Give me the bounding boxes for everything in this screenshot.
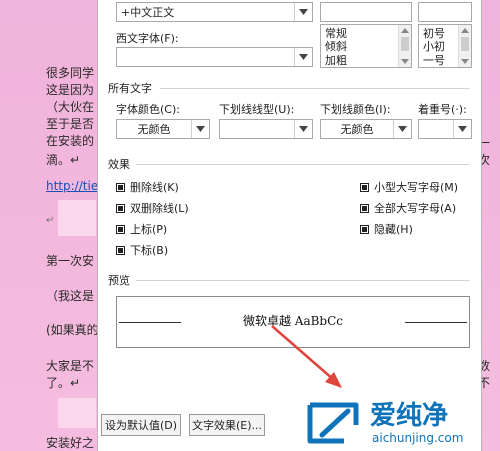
watermark-logo-icon	[307, 402, 359, 444]
watermark-url: aichunjing.com	[372, 431, 464, 445]
watermark: 爱纯净 aichunjing.com	[300, 395, 500, 451]
watermark-brand: 爱纯净	[370, 401, 449, 431]
arrow-shaft	[271, 325, 335, 381]
red-arrow-annotation	[271, 325, 342, 388]
